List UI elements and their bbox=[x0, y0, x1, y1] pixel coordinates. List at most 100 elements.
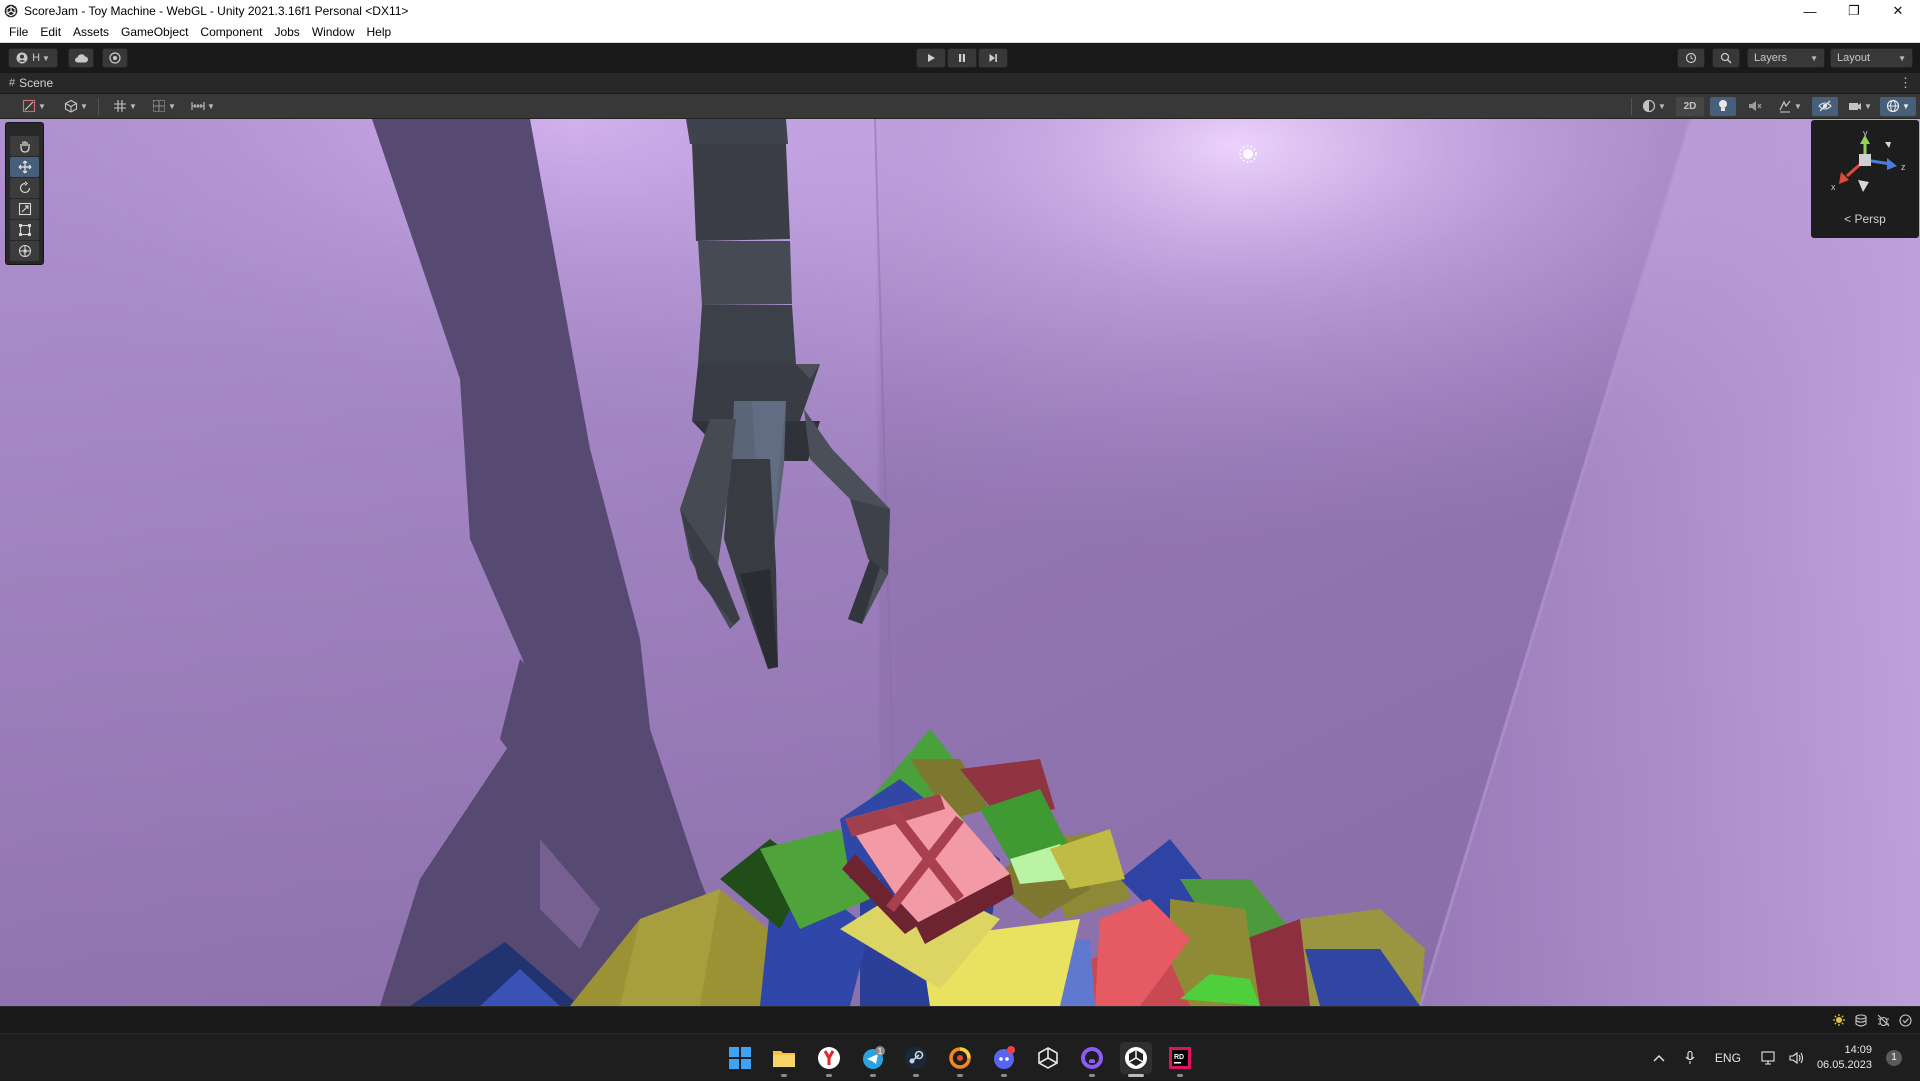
scene-grid-icon: # bbox=[9, 77, 16, 89]
main-toolbar: H ▼ Layers ▼ Layout ▼ bbox=[0, 43, 1920, 73]
chevron-down-icon: ▼ bbox=[1898, 53, 1906, 63]
draw-mode-dropdown[interactable]: ▼ bbox=[16, 97, 52, 116]
lighting-toggle[interactable] bbox=[1710, 96, 1736, 116]
start-button[interactable] bbox=[724, 1042, 756, 1074]
clock-button[interactable]: 14:09 06.05.2023 bbox=[1817, 1043, 1872, 1073]
audio-toggle[interactable] bbox=[1742, 97, 1768, 116]
step-button[interactable] bbox=[978, 48, 1008, 68]
chevron-down-icon: ▼ bbox=[207, 101, 215, 111]
axis-z-label: z bbox=[1901, 162, 1906, 172]
toggle-2d-label: 2D bbox=[1683, 100, 1697, 112]
volume-button[interactable] bbox=[1789, 1051, 1805, 1065]
rider-icon: RD bbox=[1169, 1047, 1191, 1069]
network-button[interactable] bbox=[1761, 1050, 1777, 1065]
speaker-muted-icon bbox=[1749, 101, 1762, 111]
unity-hub-icon bbox=[1038, 1047, 1058, 1069]
more-options-icon[interactable]: ⋮ bbox=[1899, 75, 1912, 91]
debug-mode-button[interactable] bbox=[1872, 1011, 1894, 1029]
scene-tab-label[interactable]: Scene bbox=[19, 76, 53, 90]
orientation-gizmo[interactable]: y z x < Persp bbox=[1811, 120, 1919, 238]
search-button[interactable] bbox=[1712, 48, 1740, 68]
microphone-button[interactable] bbox=[1685, 1050, 1695, 1065]
draw-mode-icon bbox=[22, 99, 36, 113]
unity-logo-icon bbox=[4, 4, 18, 18]
history-button[interactable] bbox=[1677, 48, 1705, 68]
maximize-button[interactable]: ❐ bbox=[1832, 0, 1876, 22]
menu-jobs[interactable]: Jobs bbox=[268, 22, 305, 42]
cloud-button[interactable] bbox=[68, 48, 94, 68]
menu-component[interactable]: Component bbox=[194, 22, 268, 42]
rotate-icon bbox=[19, 181, 30, 194]
pause-button[interactable] bbox=[947, 48, 977, 68]
projection-toggle[interactable]: < Persp bbox=[1811, 212, 1919, 226]
taskbar-unity-hub[interactable] bbox=[1032, 1042, 1064, 1074]
play-button[interactable] bbox=[916, 48, 946, 68]
taskbar-unity-editor[interactable] bbox=[1120, 1042, 1152, 1074]
rect-tool-button[interactable] bbox=[10, 220, 39, 240]
microphone-icon bbox=[1685, 1050, 1695, 1064]
chevron-down-icon: ▼ bbox=[1902, 101, 1910, 111]
scene-viewport[interactable] bbox=[0, 119, 1920, 1006]
cloud-icon bbox=[75, 54, 88, 63]
render-mode-dropdown[interactable]: ▼ bbox=[58, 97, 94, 116]
collab-button[interactable] bbox=[102, 48, 128, 68]
scene-visibility-toggle[interactable] bbox=[1812, 96, 1838, 116]
increment-snap-dropdown[interactable]: ▼ bbox=[185, 97, 221, 116]
taskbar-github-desktop[interactable] bbox=[1076, 1042, 1108, 1074]
layers-dropdown[interactable]: Layers ▼ bbox=[1747, 48, 1825, 68]
chevron-down-icon: ▼ bbox=[42, 53, 50, 63]
windows-logo-icon bbox=[729, 1047, 751, 1069]
lighting-status-button[interactable] bbox=[1828, 1011, 1850, 1029]
gizmos-dropdown[interactable]: ▼ bbox=[1880, 96, 1916, 116]
taskbar-sync-app[interactable] bbox=[944, 1042, 976, 1074]
menu-assets[interactable]: Assets bbox=[67, 22, 115, 42]
toggle-2d-button[interactable]: 2D bbox=[1676, 96, 1704, 116]
window-title: ScoreJam - Toy Machine - WebGL - Unity 2… bbox=[24, 4, 409, 18]
taskbar-rider[interactable]: RD bbox=[1164, 1042, 1196, 1074]
running-indicator bbox=[870, 1074, 876, 1077]
scene-render bbox=[0, 119, 1920, 1006]
collab-icon bbox=[109, 52, 121, 64]
shading-mode-dropdown[interactable]: ▼ bbox=[1636, 97, 1672, 116]
taskbar-discord[interactable] bbox=[988, 1042, 1020, 1074]
transform-tool-button[interactable] bbox=[10, 241, 39, 261]
move-tool-button[interactable] bbox=[10, 157, 39, 177]
cache-server-button[interactable] bbox=[1850, 1011, 1872, 1029]
taskbar-steam[interactable] bbox=[900, 1042, 932, 1074]
minimize-button[interactable]: — bbox=[1788, 0, 1832, 22]
menu-gameobject[interactable]: GameObject bbox=[115, 22, 194, 42]
close-button[interactable]: ✕ bbox=[1876, 0, 1920, 22]
menu-window[interactable]: Window bbox=[306, 22, 361, 42]
camera-settings-dropdown[interactable]: ▼ bbox=[1842, 97, 1878, 116]
effects-dropdown[interactable]: ▼ bbox=[1772, 97, 1808, 116]
chevron-down-icon: ▼ bbox=[80, 101, 88, 111]
taskbar-file-explorer[interactable] bbox=[768, 1042, 800, 1074]
yandex-browser-icon bbox=[818, 1047, 840, 1069]
check-circle-icon bbox=[1898, 1013, 1912, 1027]
hand-tool-button[interactable] bbox=[10, 136, 39, 156]
status-bar bbox=[0, 1006, 1920, 1033]
grid-visibility-dropdown[interactable]: ▼ bbox=[147, 97, 181, 116]
show-hidden-icons-button[interactable] bbox=[1653, 1054, 1665, 1062]
menu-edit[interactable]: Edit bbox=[34, 22, 67, 42]
taskbar-yandex-browser[interactable] bbox=[813, 1042, 845, 1074]
account-dropdown[interactable]: H ▼ bbox=[8, 48, 58, 68]
account-icon bbox=[16, 52, 28, 64]
notifications-button[interactable]: 1 bbox=[1886, 1049, 1902, 1066]
account-label: H bbox=[32, 52, 41, 64]
scale-tool-button[interactable] bbox=[10, 199, 39, 219]
layout-dropdown[interactable]: Layout ▼ bbox=[1830, 48, 1913, 68]
taskbar-telegram[interactable]: 1 bbox=[857, 1042, 889, 1074]
progress-status-button[interactable] bbox=[1894, 1011, 1916, 1029]
input-language-button[interactable]: ENG bbox=[1715, 1051, 1741, 1065]
steam-icon bbox=[905, 1047, 927, 1069]
grid-snapping-dropdown[interactable]: ▼ bbox=[107, 97, 143, 116]
move-icon bbox=[18, 160, 31, 174]
menu-file[interactable]: File bbox=[3, 22, 34, 42]
rotate-tool-button[interactable] bbox=[10, 178, 39, 198]
scene-tab-bar: # Scene ⋮ bbox=[0, 73, 1920, 94]
menu-help[interactable]: Help bbox=[361, 22, 398, 42]
speaker-icon bbox=[1789, 1051, 1803, 1064]
chevron-down-icon: ▼ bbox=[168, 101, 176, 111]
running-indicator bbox=[781, 1074, 787, 1077]
